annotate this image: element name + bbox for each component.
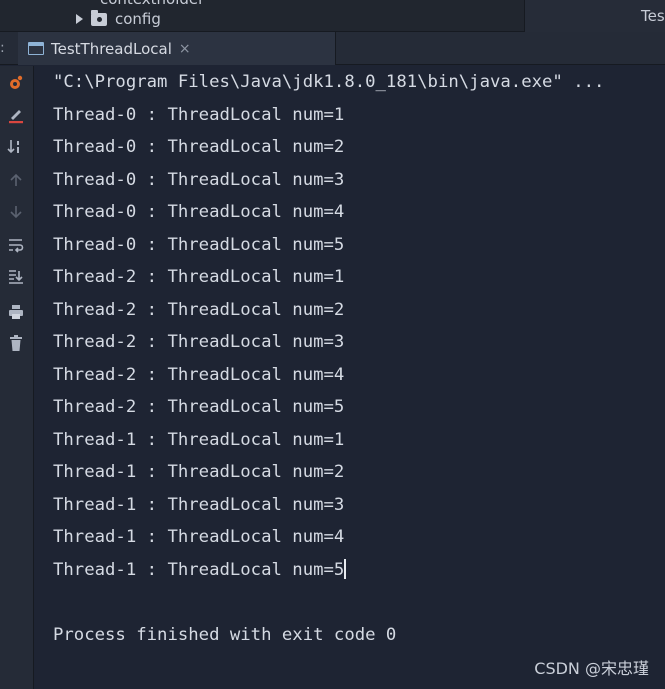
console-line: Thread-0 : ThreadLocal num=2 (53, 137, 345, 157)
console-line: Thread-1 : ThreadLocal num=1 (53, 430, 345, 450)
run-toolbar (0, 66, 34, 689)
console-line: Thread-2 : ThreadLocal num=1 (53, 267, 345, 287)
sort-icon[interactable] (5, 136, 27, 158)
console-line: Thread-0 : ThreadLocal num=3 (53, 170, 345, 190)
edit-icon[interactable] (5, 104, 27, 126)
console-line: Thread-2 : ThreadLocal num=2 (53, 300, 345, 320)
run-icon[interactable] (5, 72, 27, 94)
console-line: Thread-2 : ThreadLocal num=5 (53, 397, 345, 417)
folder-icon (91, 9, 107, 26)
console-line: Thread-2 : ThreadLocal num=4 (53, 365, 345, 385)
tree-item-label: contextholder (100, 0, 204, 8)
console-line: Thread-2 : ThreadLocal num=3 (53, 332, 345, 352)
console-line-text: Thread-1 : ThreadLocal num=5 (53, 560, 345, 580)
console-line: Thread-0 : ThreadLocal num=1 (53, 105, 345, 125)
text-caret (344, 559, 346, 579)
up-arrow-icon[interactable] (5, 169, 27, 191)
console-line: Thread-0 : ThreadLocal num=4 (53, 202, 345, 222)
console-line: Thread-0 : ThreadLocal num=5 (53, 235, 345, 255)
tabbar-edge: : (0, 40, 5, 56)
soft-wrap-icon[interactable] (5, 234, 27, 256)
trash-icon[interactable] (5, 332, 27, 354)
console-line: Thread-1 : ThreadLocal num=3 (53, 495, 345, 515)
project-tree-strip: contextholder config Tes (0, 0, 665, 32)
tab-label: TestThreadLocal (51, 39, 172, 58)
console-line: Thread-1 : ThreadLocal num=2 (53, 462, 345, 482)
expand-triangle-icon[interactable] (76, 14, 83, 24)
close-icon[interactable]: × (179, 41, 191, 57)
tab-testthreadlocal[interactable]: TestThreadLocal × (18, 32, 336, 65)
editor-tab-label[interactable]: Tes (641, 7, 665, 25)
console-line: Thread-1 : ThreadLocal num=4 (53, 527, 345, 547)
console-icon (28, 42, 44, 55)
console-output[interactable]: "C:\Program Files\Java\jdk1.8.0_181\bin\… (35, 66, 665, 689)
console-exit-message: Process finished with exit code 0 (53, 625, 397, 645)
tree-item-label: config (115, 10, 161, 28)
console-line-last: Thread-1 : ThreadLocal num=5 (53, 558, 346, 582)
run-tab-bar: : TestThreadLocal × (0, 32, 665, 65)
down-arrow-icon[interactable] (5, 201, 27, 223)
editor-tab-strip: Tes (525, 0, 665, 32)
tree-item-contextholder[interactable]: contextholder (76, 0, 204, 9)
tree-item-config[interactable]: config (76, 9, 161, 29)
scroll-to-end-icon[interactable] (5, 266, 27, 288)
watermark: CSDN @宋忠瑾 (534, 659, 649, 678)
console-command-line: "C:\Program Files\Java\jdk1.8.0_181\bin\… (53, 72, 605, 92)
print-icon[interactable] (5, 301, 27, 323)
